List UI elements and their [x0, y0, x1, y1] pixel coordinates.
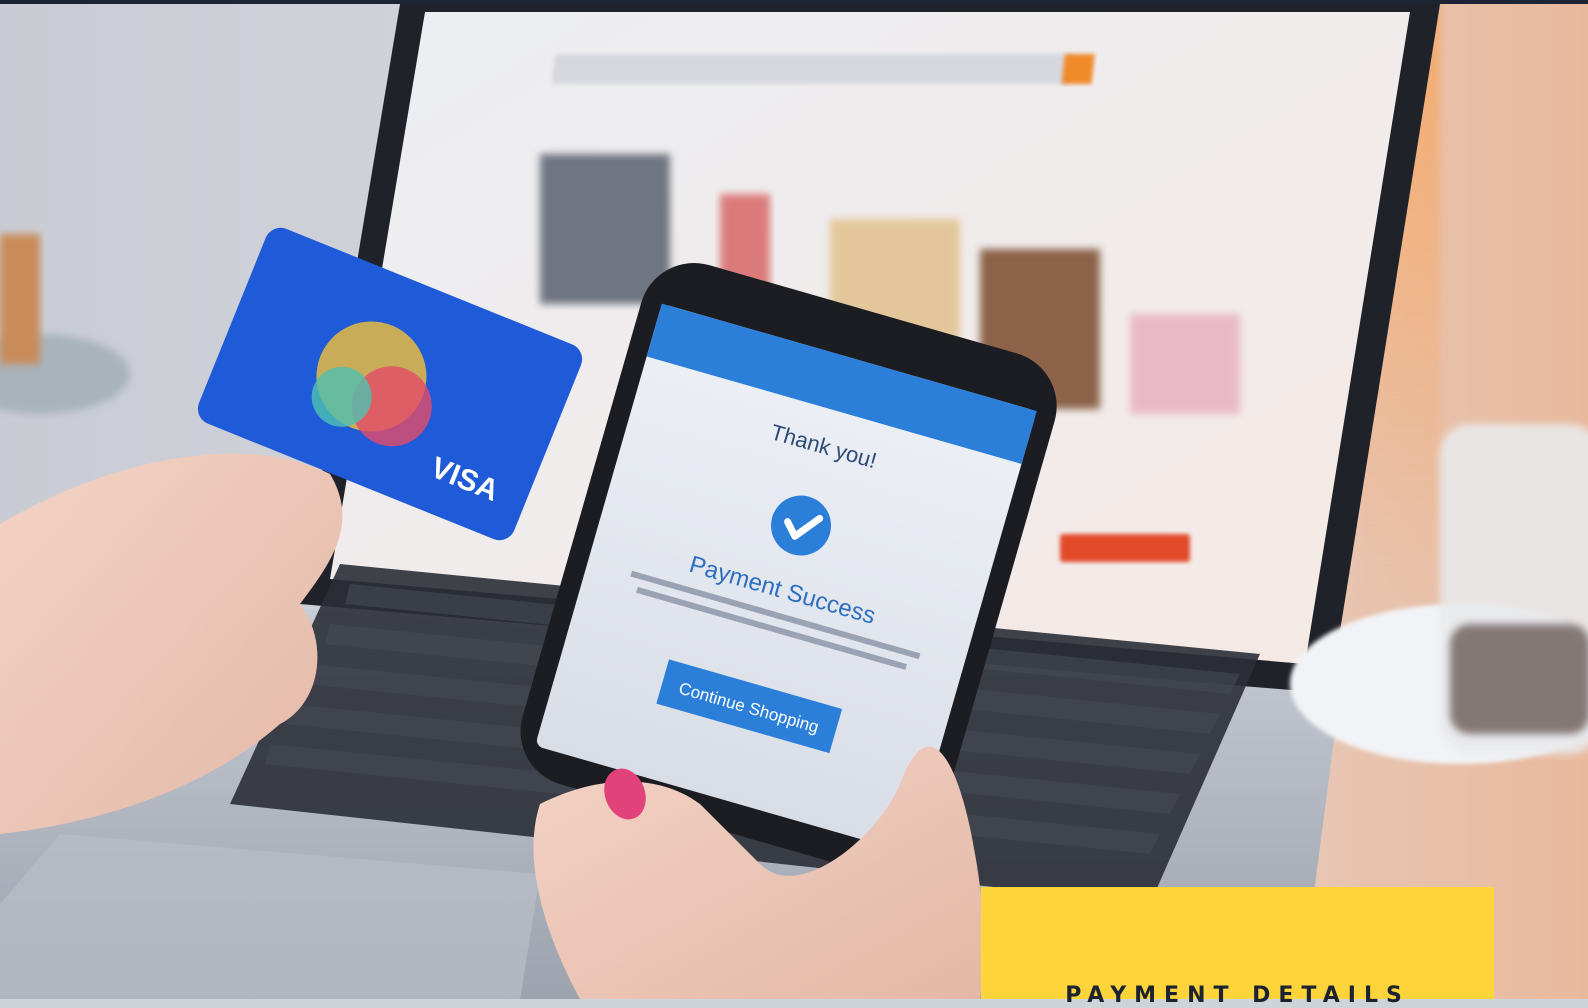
- payment-details-card: PAYMENT DETAILS: [981, 887, 1494, 1008]
- hero-image: VISA Thank you! Payment Success Continue…: [0, 4, 1588, 999]
- card-title: PAYMENT DETAILS: [1065, 983, 1410, 1008]
